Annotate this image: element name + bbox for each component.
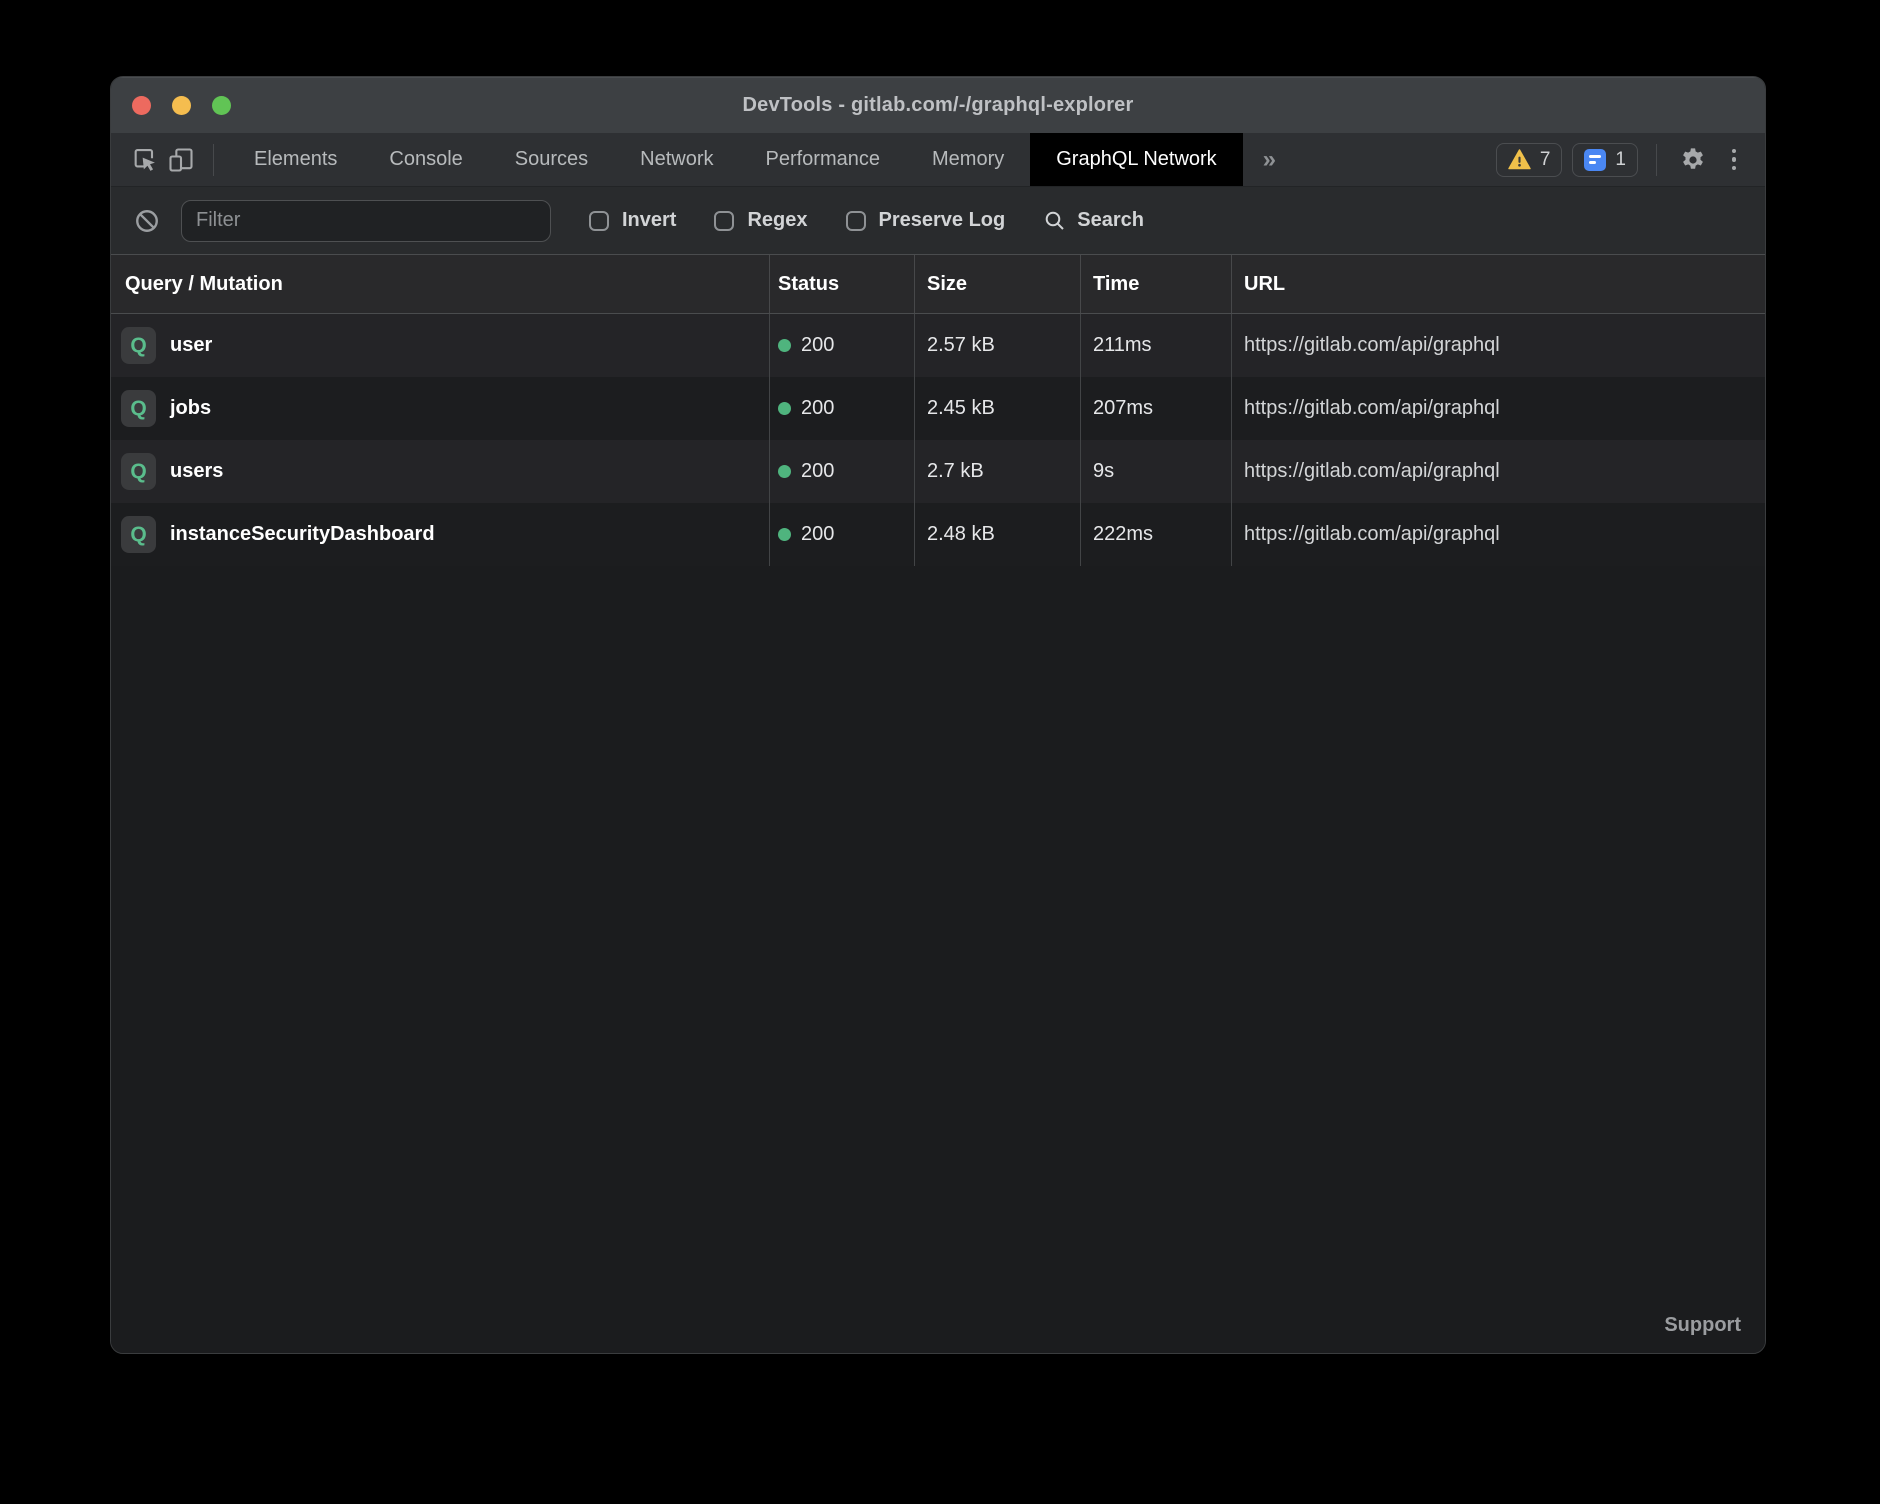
filter-input[interactable] bbox=[181, 200, 551, 242]
warning-icon bbox=[1508, 149, 1531, 170]
column-header-size[interactable]: Size bbox=[915, 255, 1081, 313]
toolbar-left-controls bbox=[111, 133, 228, 186]
more-options-icon[interactable] bbox=[1721, 142, 1747, 178]
tab-performance[interactable]: Performance bbox=[740, 133, 907, 186]
device-toolbar-icon[interactable] bbox=[163, 142, 199, 178]
table-header: Query / Mutation Status Size Time URL bbox=[111, 255, 1765, 314]
support-link[interactable]: Support bbox=[1664, 1314, 1765, 1353]
status-code: 200 bbox=[801, 523, 834, 546]
invert-checkbox-group[interactable]: Invert bbox=[589, 209, 676, 232]
column-header-status[interactable]: Status bbox=[770, 255, 915, 313]
window-title: DevTools - gitlab.com/-/graphql-explorer bbox=[742, 94, 1133, 117]
close-window-button[interactable] bbox=[132, 96, 151, 115]
status-ok-dot bbox=[778, 402, 791, 415]
minimize-window-button[interactable] bbox=[172, 96, 191, 115]
response-size: 2.48 kB bbox=[915, 503, 1081, 566]
gear-icon[interactable] bbox=[1675, 142, 1711, 178]
more-tabs-chevron-icon[interactable]: » bbox=[1243, 133, 1296, 186]
tab-elements[interactable]: Elements bbox=[228, 133, 363, 186]
table-row[interactable]: Q instanceSecurityDashboard 200 2.48 kB … bbox=[111, 503, 1765, 566]
warnings-badge[interactable]: 7 bbox=[1496, 143, 1563, 177]
response-time: 222ms bbox=[1081, 503, 1232, 566]
inspect-element-icon[interactable] bbox=[127, 142, 163, 178]
query-type-badge: Q bbox=[121, 390, 156, 427]
preserve-log-checkbox[interactable] bbox=[846, 211, 866, 231]
response-time: 207ms bbox=[1081, 377, 1232, 440]
issues-count: 1 bbox=[1615, 149, 1626, 171]
request-url: https://gitlab.com/api/graphql bbox=[1232, 314, 1765, 377]
status-ok-dot bbox=[778, 339, 791, 352]
status-code: 200 bbox=[801, 397, 834, 420]
tab-sources[interactable]: Sources bbox=[489, 133, 614, 186]
search-button[interactable]: Search bbox=[1043, 209, 1144, 233]
status-ok-dot bbox=[778, 528, 791, 541]
tab-network[interactable]: Network bbox=[614, 133, 739, 186]
query-name: jobs bbox=[170, 397, 211, 420]
search-label: Search bbox=[1077, 209, 1144, 232]
query-name: users bbox=[170, 460, 223, 483]
filter-bar: Invert Regex Preserve Log Search bbox=[111, 187, 1765, 255]
table-row[interactable]: Q users 200 2.7 kB 9s https://gitlab.com… bbox=[111, 440, 1765, 503]
issues-badge[interactable]: 1 bbox=[1572, 143, 1638, 177]
regex-checkbox-group[interactable]: Regex bbox=[714, 209, 807, 232]
table-row[interactable]: Q user 200 2.57 kB 211ms https://gitlab.… bbox=[111, 314, 1765, 377]
traffic-lights bbox=[132, 77, 231, 133]
query-name: instanceSecurityDashboard bbox=[170, 523, 435, 546]
query-type-badge: Q bbox=[121, 453, 156, 490]
response-size: 2.57 kB bbox=[915, 314, 1081, 377]
invert-checkbox[interactable] bbox=[589, 211, 609, 231]
clear-block-icon[interactable] bbox=[129, 203, 165, 239]
toolbar-separator bbox=[1656, 144, 1657, 176]
title-bar[interactable]: DevTools - gitlab.com/-/graphql-explorer bbox=[111, 77, 1765, 133]
preserve-log-label: Preserve Log bbox=[879, 209, 1006, 232]
status-code: 200 bbox=[801, 460, 834, 483]
response-size: 2.7 kB bbox=[915, 440, 1081, 503]
response-time: 211ms bbox=[1081, 314, 1232, 377]
invert-label: Invert bbox=[622, 209, 676, 232]
query-type-badge: Q bbox=[121, 516, 156, 553]
tab-console[interactable]: Console bbox=[363, 133, 488, 186]
column-header-time[interactable]: Time bbox=[1081, 255, 1232, 313]
zoom-window-button[interactable] bbox=[212, 96, 231, 115]
table-row[interactable]: Q jobs 200 2.45 kB 207ms https://gitlab.… bbox=[111, 377, 1765, 440]
regex-checkbox[interactable] bbox=[714, 211, 734, 231]
response-size: 2.45 kB bbox=[915, 377, 1081, 440]
request-url: https://gitlab.com/api/graphql bbox=[1232, 377, 1765, 440]
regex-label: Regex bbox=[747, 209, 807, 232]
query-name: user bbox=[170, 334, 212, 357]
query-type-badge: Q bbox=[121, 327, 156, 364]
request-url: https://gitlab.com/api/graphql bbox=[1232, 440, 1765, 503]
status-ok-dot bbox=[778, 465, 791, 478]
status-code: 200 bbox=[801, 334, 834, 357]
message-icon bbox=[1584, 149, 1606, 171]
response-time: 9s bbox=[1081, 440, 1232, 503]
request-url: https://gitlab.com/api/graphql bbox=[1232, 503, 1765, 566]
warnings-count: 7 bbox=[1540, 149, 1551, 171]
toolbar-separator bbox=[213, 144, 214, 176]
search-icon bbox=[1043, 209, 1067, 233]
panel-empty-area: Support bbox=[111, 566, 1765, 1353]
preserve-log-checkbox-group[interactable]: Preserve Log bbox=[846, 209, 1006, 232]
toolbar-right-controls: 7 1 bbox=[1496, 133, 1765, 186]
column-header-url[interactable]: URL bbox=[1232, 255, 1765, 313]
panel-tabs: Elements Console Sources Network Perform… bbox=[228, 133, 1296, 186]
tab-graphql-network[interactable]: GraphQL Network bbox=[1030, 133, 1242, 186]
devtools-tab-bar: Elements Console Sources Network Perform… bbox=[111, 133, 1765, 187]
column-header-query-mutation[interactable]: Query / Mutation bbox=[111, 255, 770, 313]
devtools-window: DevTools - gitlab.com/-/graphql-explorer… bbox=[110, 76, 1766, 1354]
tab-memory[interactable]: Memory bbox=[906, 133, 1030, 186]
